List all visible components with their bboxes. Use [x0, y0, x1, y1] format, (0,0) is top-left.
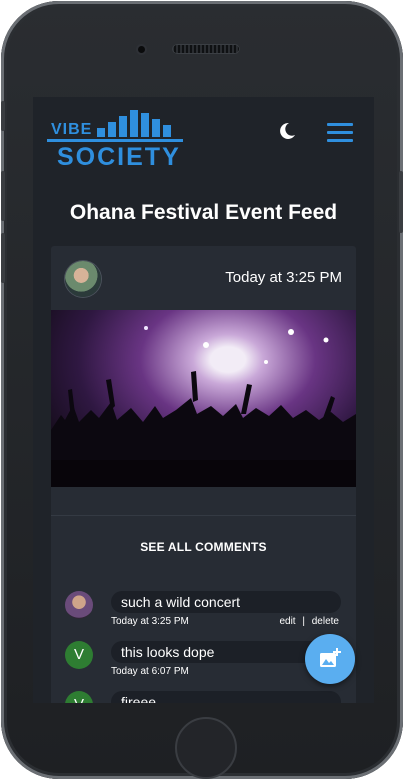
action-separator: |: [302, 616, 305, 627]
logo-underline: [47, 139, 183, 142]
add-photo-button[interactable]: [305, 634, 355, 684]
logo-bar: [152, 119, 160, 137]
logo-bar: [141, 113, 149, 137]
comment-text: fireee: [111, 691, 341, 703]
phone-frame: VIBE SOCIETY Ohana Festival Event Feed T…: [1, 1, 403, 779]
side-button-power: [399, 171, 403, 233]
hamburger-menu-icon[interactable]: [327, 123, 353, 143]
menu-line: [327, 139, 353, 142]
app-header: VIBE SOCIETY: [33, 97, 374, 177]
see-all-comments-link[interactable]: SEE ALL COMMENTS: [51, 540, 356, 554]
side-button-mute: [1, 101, 5, 131]
comment-timestamp: Today at 6:07 PM: [111, 666, 189, 677]
comment-timestamp: Today at 3:25 PM: [111, 616, 189, 627]
logo-bar: [119, 116, 127, 137]
card-divider: [51, 515, 356, 516]
logo-bar: [163, 125, 171, 137]
post-timestamp: Today at 3:25 PM: [225, 269, 342, 286]
earpiece-speaker: [172, 44, 240, 54]
concert-photo-art: [51, 326, 356, 487]
side-button-volume-down: [1, 233, 5, 283]
side-button-volume-up: [1, 171, 5, 221]
page-title: Ohana Festival Event Feed: [69, 201, 338, 224]
logo-bar: [108, 122, 116, 137]
delete-comment-link[interactable]: delete: [312, 616, 339, 627]
commenter-avatar[interactable]: V: [65, 641, 93, 669]
commenter-avatar[interactable]: V: [65, 691, 93, 703]
home-button[interactable]: [175, 717, 237, 779]
commenter-avatar[interactable]: [65, 591, 93, 619]
logo-bar: [97, 128, 105, 137]
comment-text: such a wild concert: [111, 591, 341, 613]
add-photo-icon: [320, 648, 341, 667]
app-screen: VIBE SOCIETY Ohana Festival Event Feed T…: [33, 97, 374, 703]
moon-icon[interactable]: [277, 121, 297, 141]
menu-line: [327, 131, 353, 134]
logo-text-society: SOCIETY: [57, 143, 181, 171]
front-camera: [138, 46, 145, 53]
edit-comment-link[interactable]: edit: [279, 616, 295, 627]
logo-bar: [130, 110, 138, 137]
logo-text-vibe: VIBE: [51, 121, 93, 138]
comment-actions: edit | delete: [277, 616, 341, 627]
logo-equalizer-bars: [97, 109, 177, 137]
menu-line: [327, 123, 353, 126]
concert-photo[interactable]: [51, 310, 356, 487]
vibe-society-logo[interactable]: VIBE SOCIETY: [47, 107, 185, 171]
post-author-avatar[interactable]: [65, 261, 101, 297]
